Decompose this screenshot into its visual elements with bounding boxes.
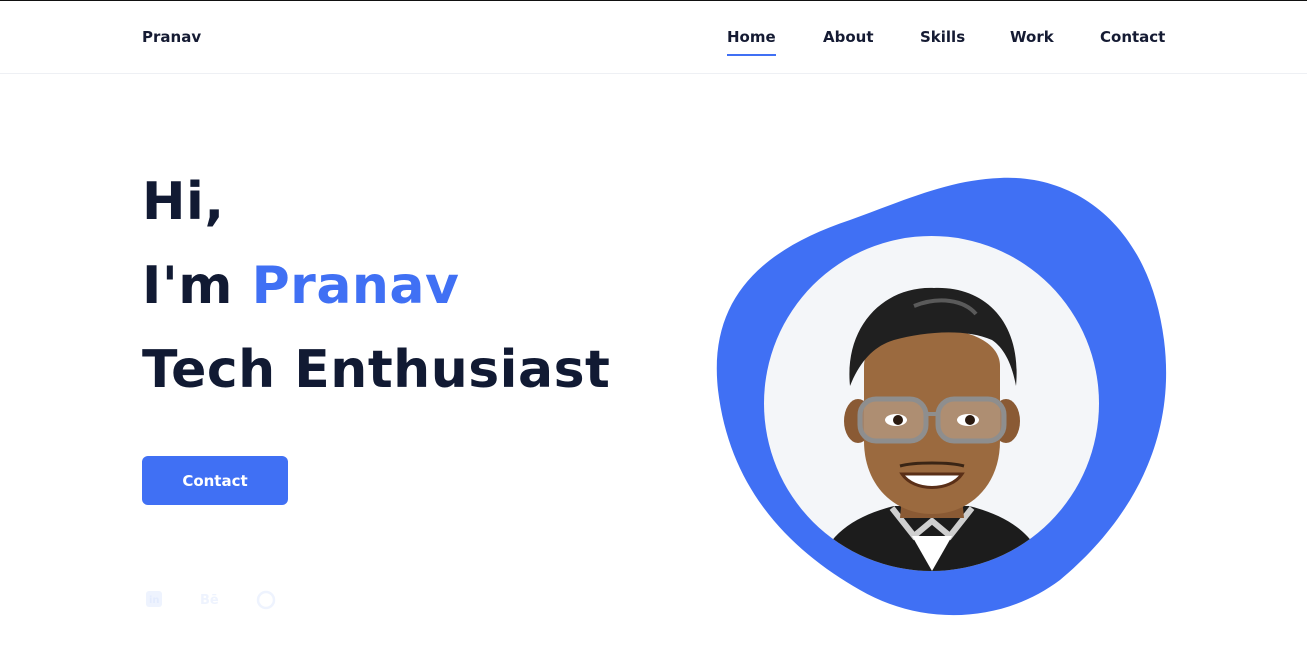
hero-role: Tech Enthusiast: [142, 340, 611, 400]
github-icon[interactable]: [256, 590, 276, 614]
hero-intro-prefix: I'm: [142, 256, 252, 316]
svg-text:Bē: Bē: [200, 593, 219, 608]
nav-about-link[interactable]: About: [823, 28, 874, 46]
main-nav: Home About Skills Work Contact: [0, 1, 1307, 73]
hero-name: Pranav: [251, 256, 460, 316]
hero-greeting: Hi,: [142, 172, 225, 232]
linkedin-icon[interactable]: in: [145, 590, 163, 612]
nav-contact-link[interactable]: Contact: [1100, 28, 1165, 46]
contact-button[interactable]: Contact: [142, 456, 288, 505]
avatar-illustration: [819, 287, 1044, 571]
hero-intro: I'm Pranav: [142, 256, 459, 316]
nav-home-link[interactable]: Home: [727, 28, 776, 56]
site-header: Pranav Home About Skills Work Contact: [0, 1, 1307, 74]
behance-icon[interactable]: Bē: [199, 590, 221, 612]
avatar: [764, 236, 1099, 571]
svg-text:in: in: [149, 595, 160, 606]
nav-work-link[interactable]: Work: [1010, 28, 1054, 46]
nav-skills-link[interactable]: Skills: [920, 28, 965, 46]
